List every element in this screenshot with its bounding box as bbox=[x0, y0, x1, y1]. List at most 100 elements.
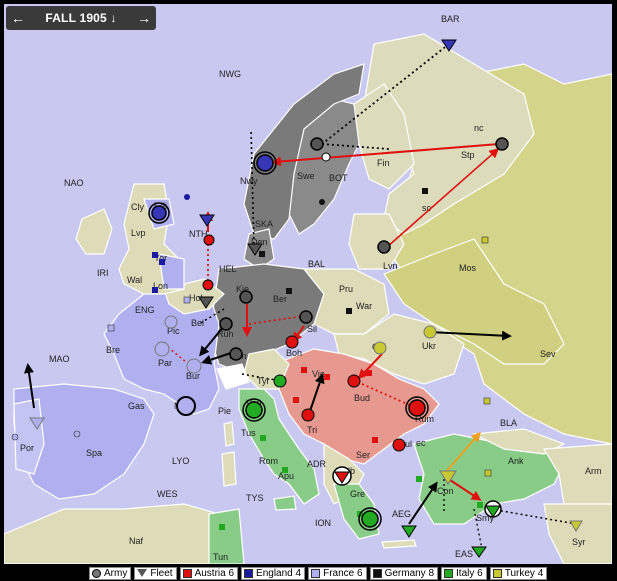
unit-army-germany-lvn[interactable] bbox=[377, 240, 391, 254]
land-label-bud: Bud bbox=[354, 393, 370, 403]
region-corsica bbox=[223, 421, 235, 447]
sc-lvp bbox=[152, 252, 158, 258]
unit-army-germany-mun[interactable] bbox=[229, 347, 243, 361]
unit-army-austria-rum[interactable] bbox=[408, 399, 426, 417]
label-eng: ENG bbox=[135, 305, 155, 315]
land-label-wal: Wal bbox=[127, 275, 142, 285]
unit-army-austria-bud[interactable] bbox=[347, 374, 361, 388]
unit-army-turkey-ukr[interactable] bbox=[423, 325, 437, 339]
label-wes: WES bbox=[157, 489, 178, 499]
unit-army-france-bur[interactable] bbox=[186, 358, 202, 374]
unit-army-france-pic[interactable] bbox=[164, 315, 178, 329]
legend-fleet: Fleet bbox=[134, 566, 177, 580]
phase-label[interactable]: FALL 1905 ↓ bbox=[30, 11, 132, 25]
unit-army-england-nwy[interactable] bbox=[256, 154, 274, 172]
legend: Army Fleet Austria 6 England 4 France 6 … bbox=[89, 566, 548, 580]
unit-army-germany-swe[interactable] bbox=[310, 137, 324, 151]
land-label-pie: Pie bbox=[218, 406, 231, 416]
sc-wal bbox=[159, 259, 165, 265]
land-label-lvp: Lvp bbox=[131, 228, 146, 238]
unit-army-austria-bul[interactable] bbox=[392, 438, 406, 452]
land-label-tri: Tri bbox=[307, 425, 317, 435]
legend-turkey: Turkey 4 bbox=[489, 566, 548, 580]
army-circle-icon bbox=[92, 568, 101, 578]
unit-dislodged-swe[interactable] bbox=[321, 152, 331, 162]
sc-ber bbox=[286, 288, 292, 294]
germany-swatch bbox=[372, 568, 382, 578]
sc-stp bbox=[422, 188, 428, 194]
land-label-ank: Ank bbox=[508, 456, 524, 466]
sc-ser bbox=[372, 437, 378, 443]
land-label-cly: Cly bbox=[131, 202, 144, 212]
land-label-swe: Swe bbox=[297, 171, 315, 181]
unit-army-france-mar[interactable] bbox=[176, 396, 196, 416]
sc-nap bbox=[282, 467, 288, 473]
region-sardinia bbox=[221, 451, 237, 487]
region-sicily bbox=[273, 495, 297, 511]
legend-austria-label: Austria 6 bbox=[194, 567, 235, 579]
unit-army-italy-ven[interactable] bbox=[245, 401, 263, 419]
unit-army-germany-sil[interactable] bbox=[299, 310, 313, 324]
unit-army-germany-kie[interactable] bbox=[239, 290, 253, 304]
land-label-war: War bbox=[356, 301, 372, 311]
region-crete bbox=[381, 539, 417, 549]
land-label-par: Par bbox=[158, 358, 172, 368]
italy-swatch bbox=[444, 568, 454, 578]
unit-army-germany-ruh[interactable] bbox=[219, 317, 233, 331]
label-adr: ADR bbox=[307, 459, 327, 469]
land-label-nwy: Nwy bbox=[240, 176, 258, 186]
sc-por bbox=[11, 433, 19, 441]
land-label-con: Con bbox=[437, 486, 454, 496]
land-label-tus: Tus bbox=[241, 428, 256, 438]
turkey-swatch bbox=[492, 568, 502, 578]
sc-mos bbox=[481, 236, 489, 244]
sc-vie bbox=[301, 367, 307, 373]
land-label-por: Por bbox=[20, 443, 34, 453]
diplomacy-map[interactable]: BAR NWG NAO IRI NTH SKA HEL BOT BAL ENG … bbox=[4, 4, 612, 564]
sc-bre bbox=[107, 324, 115, 332]
unit-army-italy-tyr[interactable] bbox=[273, 374, 287, 388]
land-label-ec: ec bbox=[416, 438, 426, 448]
unit-army-italy-gre[interactable] bbox=[361, 510, 379, 528]
sc-smy bbox=[477, 502, 483, 508]
land-label-naf: Naf bbox=[129, 536, 144, 546]
sc-war bbox=[346, 308, 352, 314]
unit-army-austria-tri[interactable] bbox=[301, 408, 315, 422]
land-label-nc: nc bbox=[474, 123, 484, 133]
label-nwg: NWG bbox=[219, 69, 241, 79]
fleet-triangle-icon bbox=[137, 569, 148, 577]
legend-fleet-label: Fleet bbox=[150, 567, 173, 579]
unit-army-austria-boh[interactable] bbox=[285, 335, 299, 349]
legend-turkey-label: Turkey 4 bbox=[504, 567, 544, 579]
sc-sev bbox=[483, 397, 491, 405]
austria-swatch bbox=[182, 568, 192, 578]
sc-tun bbox=[219, 524, 225, 530]
unit-army-england-edi[interactable] bbox=[151, 205, 167, 221]
land-label-spa: Spa bbox=[86, 448, 102, 458]
land-label-sev: Sev bbox=[540, 349, 556, 359]
map-svg[interactable]: BAR NWG NAO IRI NTH SKA HEL BOT BAL ENG … bbox=[4, 4, 612, 564]
unit-army-austria-nth[interactable] bbox=[203, 234, 215, 246]
sc-spa bbox=[73, 430, 81, 438]
land-label-pru: Pru bbox=[339, 284, 353, 294]
legend-germany-label: Germany 8 bbox=[384, 567, 435, 579]
land-label-gre: Gre bbox=[350, 489, 365, 499]
land-label-rom: Rom bbox=[259, 456, 278, 466]
unit-army-austria-hol[interactable] bbox=[202, 279, 214, 291]
label-bal: BAL bbox=[308, 259, 325, 269]
arrow-left-icon[interactable]: ← bbox=[6, 10, 30, 26]
land-label-mos: Mos bbox=[459, 263, 477, 273]
label-iri: IRI bbox=[97, 268, 109, 278]
legend-army-label: Army bbox=[104, 567, 128, 579]
unit-army-germany-stp[interactable] bbox=[495, 137, 509, 151]
arrow-right-icon[interactable]: → bbox=[132, 10, 156, 26]
land-label-fin: Fin bbox=[377, 158, 390, 168]
label-aeg: AEG bbox=[392, 509, 411, 519]
sc-boh bbox=[324, 374, 330, 380]
legend-austria: Austria 6 bbox=[179, 566, 239, 580]
unit-army-turkey-gal[interactable] bbox=[373, 341, 387, 355]
land-label-vie: Vie bbox=[312, 369, 325, 379]
unit-army-france-par[interactable] bbox=[154, 341, 170, 357]
label-tys: TYS bbox=[246, 493, 264, 503]
label-mao: MAO bbox=[49, 354, 70, 364]
